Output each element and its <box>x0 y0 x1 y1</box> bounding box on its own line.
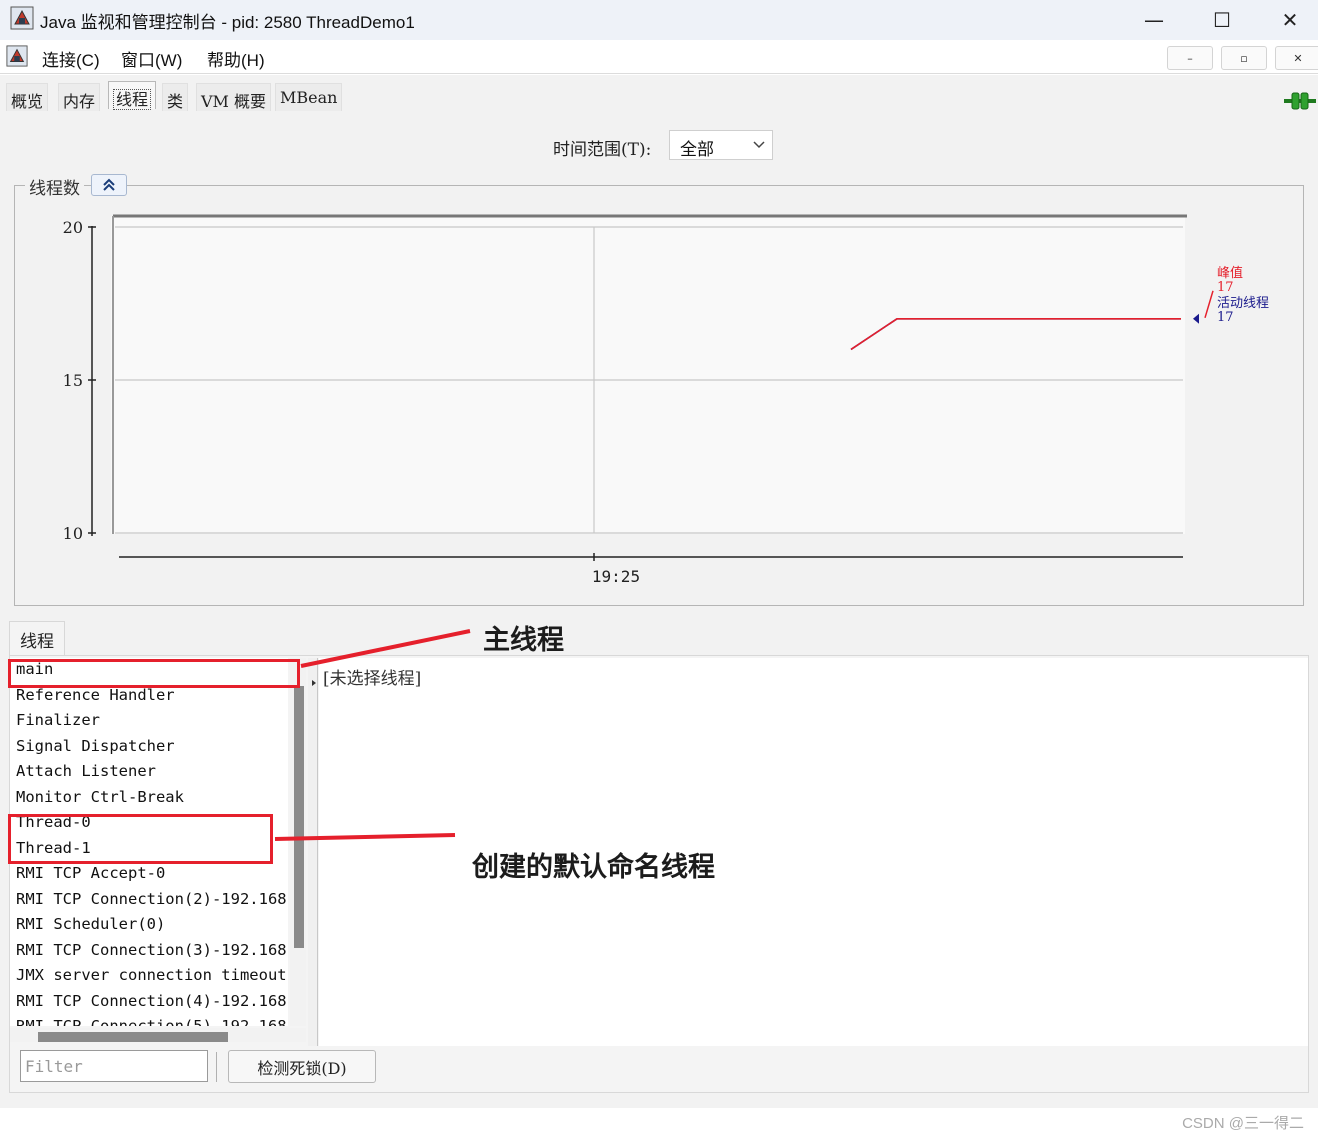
tab-vm-summary-label: VM 概要 <box>201 92 267 111</box>
inner-minimize-button[interactable]: – <box>1167 46 1213 70</box>
legend-peak-connector <box>1204 290 1214 319</box>
tab-threads[interactable]: 线程 <box>108 81 157 110</box>
thread-list-item[interactable]: Attach Listener <box>16 762 156 787</box>
thread-list-item[interactable]: RMI TCP Connection(2)-192.168. <box>16 890 288 915</box>
time-range-select[interactable]: 全部 <box>669 130 773 160</box>
thread-list-item[interactable]: RMI TCP Connection(3)-192.168. <box>16 941 288 966</box>
tab-memory-label: 内存 <box>63 92 96 111</box>
y-ticks: 20 15 10 <box>63 218 96 543</box>
collapse-button[interactable] <box>91 174 127 196</box>
menu-window[interactable]: 窗口(W) <box>121 46 182 71</box>
x-ticks: 19:25 <box>592 553 640 586</box>
annotation-main-thread: 主线程 <box>483 625 564 656</box>
thread-list-item[interactable]: Monitor Ctrl-Break <box>16 788 184 813</box>
legend-series-value: 17 <box>1217 310 1234 325</box>
tab-bar: 概览 内存 线程 类 VM 概要 MBean <box>0 81 1318 111</box>
divider-arrow-icon[interactable] <box>312 680 316 686</box>
thread-list-item[interactable]: RMI Scheduler(0) <box>16 915 165 940</box>
annotation-default-named-threads: 创建的默认命名线程 <box>472 852 715 883</box>
tab-vm-summary[interactable]: VM 概要 <box>196 83 272 111</box>
legend-series-name: 峰值 <box>1217 265 1243 281</box>
time-range-value: 全部 <box>680 140 714 160</box>
thread-list-item[interactable]: Signal Dispatcher <box>16 737 175 762</box>
y-tick-label: 15 <box>63 371 83 390</box>
thread-list-item[interactable]: RMI TCP Connection(4)-192.168. <box>16 992 288 1017</box>
legend-series-value: 17 <box>1217 280 1234 295</box>
window-title: Java 监视和管理控制台 - pid: 2580 ThreadDemo1 <box>40 13 415 32</box>
close-button[interactable]: ✕ <box>1260 0 1318 40</box>
legend-pointer-icon <box>1193 313 1199 324</box>
watermark: CSDN @三一得二 <box>1182 1115 1304 1132</box>
chevron-down-icon <box>753 141 765 149</box>
inner-restore-button[interactable]: ▫ <box>1221 46 1267 70</box>
time-range-label: 时间范围(T): <box>553 140 652 160</box>
thread-count-title: 线程数 <box>25 174 84 199</box>
double-chevron-up-icon <box>103 178 115 191</box>
thread-list-item[interactable]: Reference Handler <box>16 686 175 711</box>
chart-legend: 峰值17活动线程17 <box>1193 265 1269 325</box>
thread-list-item[interactable]: RMI TCP Accept-0 <box>16 864 165 889</box>
plot-area <box>111 216 1185 534</box>
thread-count-chart: 201510 19:25 峰值17活动线程17 <box>63 214 1269 586</box>
menu-connection[interactable]: 连接(C) <box>42 46 100 71</box>
main-thread-highlight-box <box>8 659 300 688</box>
inner-close-button[interactable]: ✕ <box>1275 46 1318 70</box>
y-tick-label: 10 <box>63 524 83 543</box>
thread-list-item[interactable]: RMI TCP Connection(5)-192.168. <box>16 1017 288 1026</box>
thread-count-panel: 20 15 10 19:25 峰值 17 活动线程 17 线程数 <box>14 174 1304 606</box>
threads-subtab[interactable]: 线程 <box>9 621 65 655</box>
tab-classes[interactable]: 类 <box>162 83 189 111</box>
thread-detail-area[interactable]: [未选择线程] <box>319 658 1308 1046</box>
thread-list-hscroll-thumb[interactable] <box>38 1032 228 1042</box>
thread-list-item[interactable]: Finalizer <box>16 711 100 736</box>
y-tick-label: 20 <box>63 218 83 237</box>
app-body: 概览 内存 线程 类 VM 概要 MBean 时间范围(T): 全部 20 15 1… <box>0 75 1318 1108</box>
legend-series-name: 活动线程 <box>1217 296 1269 311</box>
tab-overview[interactable]: 概览 <box>6 83 49 111</box>
thread-list-item[interactable]: JMX server connection timeout <box>16 966 287 991</box>
menu-help[interactable]: 帮助(H) <box>207 46 265 71</box>
java-menu-icon[interactable] <box>6 45 28 67</box>
x-tick-label: 19:25 <box>592 567 640 586</box>
tab-memory[interactable]: 内存 <box>58 83 101 111</box>
thread-list-vscroll-thumb[interactable] <box>294 686 304 948</box>
window-titlebar: Java 监视和管理控制台 - pid: 2580 ThreadDemo1 — … <box>0 0 1318 40</box>
thread-filter-input[interactable] <box>20 1050 208 1082</box>
default-threads-highlight-box <box>8 814 273 864</box>
tab-mbean[interactable]: MBean <box>275 83 343 111</box>
tab-mbean-label: MBean <box>280 88 338 107</box>
detect-deadlock-button[interactable]: 检测死锁(D) <box>228 1050 376 1083</box>
maximize-button[interactable]: ☐ <box>1192 0 1252 40</box>
java-app-icon <box>10 6 34 30</box>
tab-overview-label: 概览 <box>11 92 44 111</box>
split-divider[interactable] <box>308 658 318 1046</box>
minimize-button[interactable]: — <box>1124 0 1184 40</box>
connection-status-icon <box>1284 92 1316 110</box>
tab-classes-label: 类 <box>167 92 184 111</box>
menubar: 连接(C) 窗口(W) 帮助(H) – ▫ ✕ <box>0 40 1318 74</box>
tab-threads-label: 线程 <box>113 89 152 110</box>
filter-separator <box>216 1052 217 1082</box>
thread-detail-placeholder: [未选择线程] <box>323 669 422 689</box>
